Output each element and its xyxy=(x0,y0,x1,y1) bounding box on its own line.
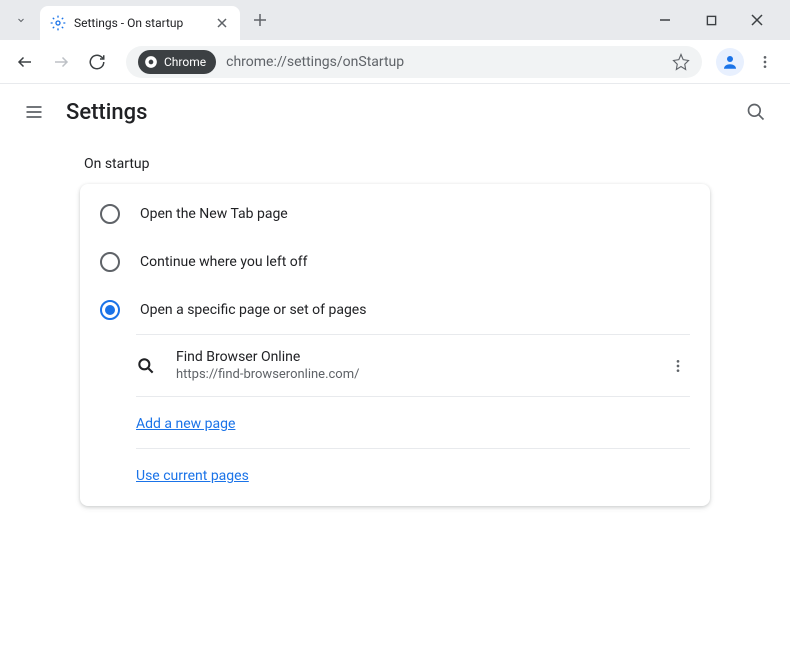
use-current-row: Use current pages xyxy=(136,448,690,500)
option-label: Open the New Tab page xyxy=(140,206,288,222)
search-icon xyxy=(746,102,766,122)
page-info: Find Browser Online https://find-browser… xyxy=(176,349,646,382)
tab-close-button[interactable] xyxy=(214,15,230,31)
chevron-down-icon xyxy=(15,14,27,26)
add-page-link[interactable]: Add a new page xyxy=(136,416,235,432)
page-title: Settings xyxy=(66,100,147,125)
arrow-left-icon xyxy=(16,53,34,71)
minimize-icon xyxy=(659,14,671,26)
add-page-row: Add a new page xyxy=(136,396,690,448)
startup-pages-section: Find Browser Online https://find-browser… xyxy=(136,334,690,500)
radio-icon xyxy=(100,252,120,272)
chrome-origin-chip: Chrome xyxy=(138,50,216,74)
new-tab-button[interactable] xyxy=(246,6,274,34)
radio-icon-selected xyxy=(100,300,120,320)
page-actions-button[interactable] xyxy=(666,354,690,378)
arrow-right-icon xyxy=(52,53,70,71)
close-window-button[interactable] xyxy=(744,7,770,33)
close-icon xyxy=(751,14,763,26)
browser-tab[interactable]: Settings - On startup xyxy=(40,6,240,40)
hamburger-menu-button[interactable] xyxy=(20,98,48,126)
forward-button[interactable] xyxy=(46,47,76,77)
startup-card: Open the New Tab page Continue where you… xyxy=(80,184,710,506)
kebab-icon xyxy=(670,358,686,374)
chrome-chip-label: Chrome xyxy=(164,55,206,69)
back-button[interactable] xyxy=(10,47,40,77)
person-icon xyxy=(721,53,739,71)
settings-search-button[interactable] xyxy=(742,98,770,126)
page-name: Find Browser Online xyxy=(176,349,646,365)
kebab-icon xyxy=(757,54,773,70)
tab-title: Settings - On startup xyxy=(74,16,206,30)
minimize-button[interactable] xyxy=(652,7,678,33)
window-titlebar: Settings - On startup xyxy=(0,0,790,40)
maximize-icon xyxy=(706,15,717,26)
close-icon xyxy=(217,18,227,28)
menu-icon xyxy=(24,102,44,122)
chrome-logo-icon xyxy=(144,55,158,69)
browser-menu-button[interactable] xyxy=(750,47,780,77)
reload-button[interactable] xyxy=(82,47,112,77)
browser-toolbar: Chrome chrome://settings/onStartup xyxy=(0,40,790,84)
startup-page-item: Find Browser Online https://find-browser… xyxy=(136,335,690,396)
settings-header: Settings xyxy=(0,84,790,140)
star-icon xyxy=(672,53,690,71)
url-text: chrome://settings/onStartup xyxy=(226,54,404,70)
use-current-link[interactable]: Use current pages xyxy=(136,468,249,484)
option-new-tab[interactable]: Open the New Tab page xyxy=(80,190,710,238)
plus-icon xyxy=(253,13,267,27)
magnifier-icon xyxy=(136,356,156,376)
window-controls xyxy=(652,7,780,33)
radio-icon xyxy=(100,204,120,224)
gear-icon xyxy=(50,15,66,31)
profile-avatar[interactable] xyxy=(716,48,744,76)
reload-icon xyxy=(88,53,106,71)
option-continue[interactable]: Continue where you left off xyxy=(80,238,710,286)
address-bar[interactable]: Chrome chrome://settings/onStartup xyxy=(126,46,702,78)
settings-content: On startup Open the New Tab page Continu… xyxy=(0,140,790,526)
page-url: https://find-browseronline.com/ xyxy=(176,367,646,382)
maximize-button[interactable] xyxy=(698,7,724,33)
tab-search-dropdown[interactable] xyxy=(10,6,32,34)
bookmark-button[interactable] xyxy=(672,53,690,71)
option-specific-pages[interactable]: Open a specific page or set of pages xyxy=(80,286,710,334)
section-label: On startup xyxy=(84,156,710,172)
option-label: Open a specific page or set of pages xyxy=(140,302,366,318)
option-label: Continue where you left off xyxy=(140,254,308,270)
